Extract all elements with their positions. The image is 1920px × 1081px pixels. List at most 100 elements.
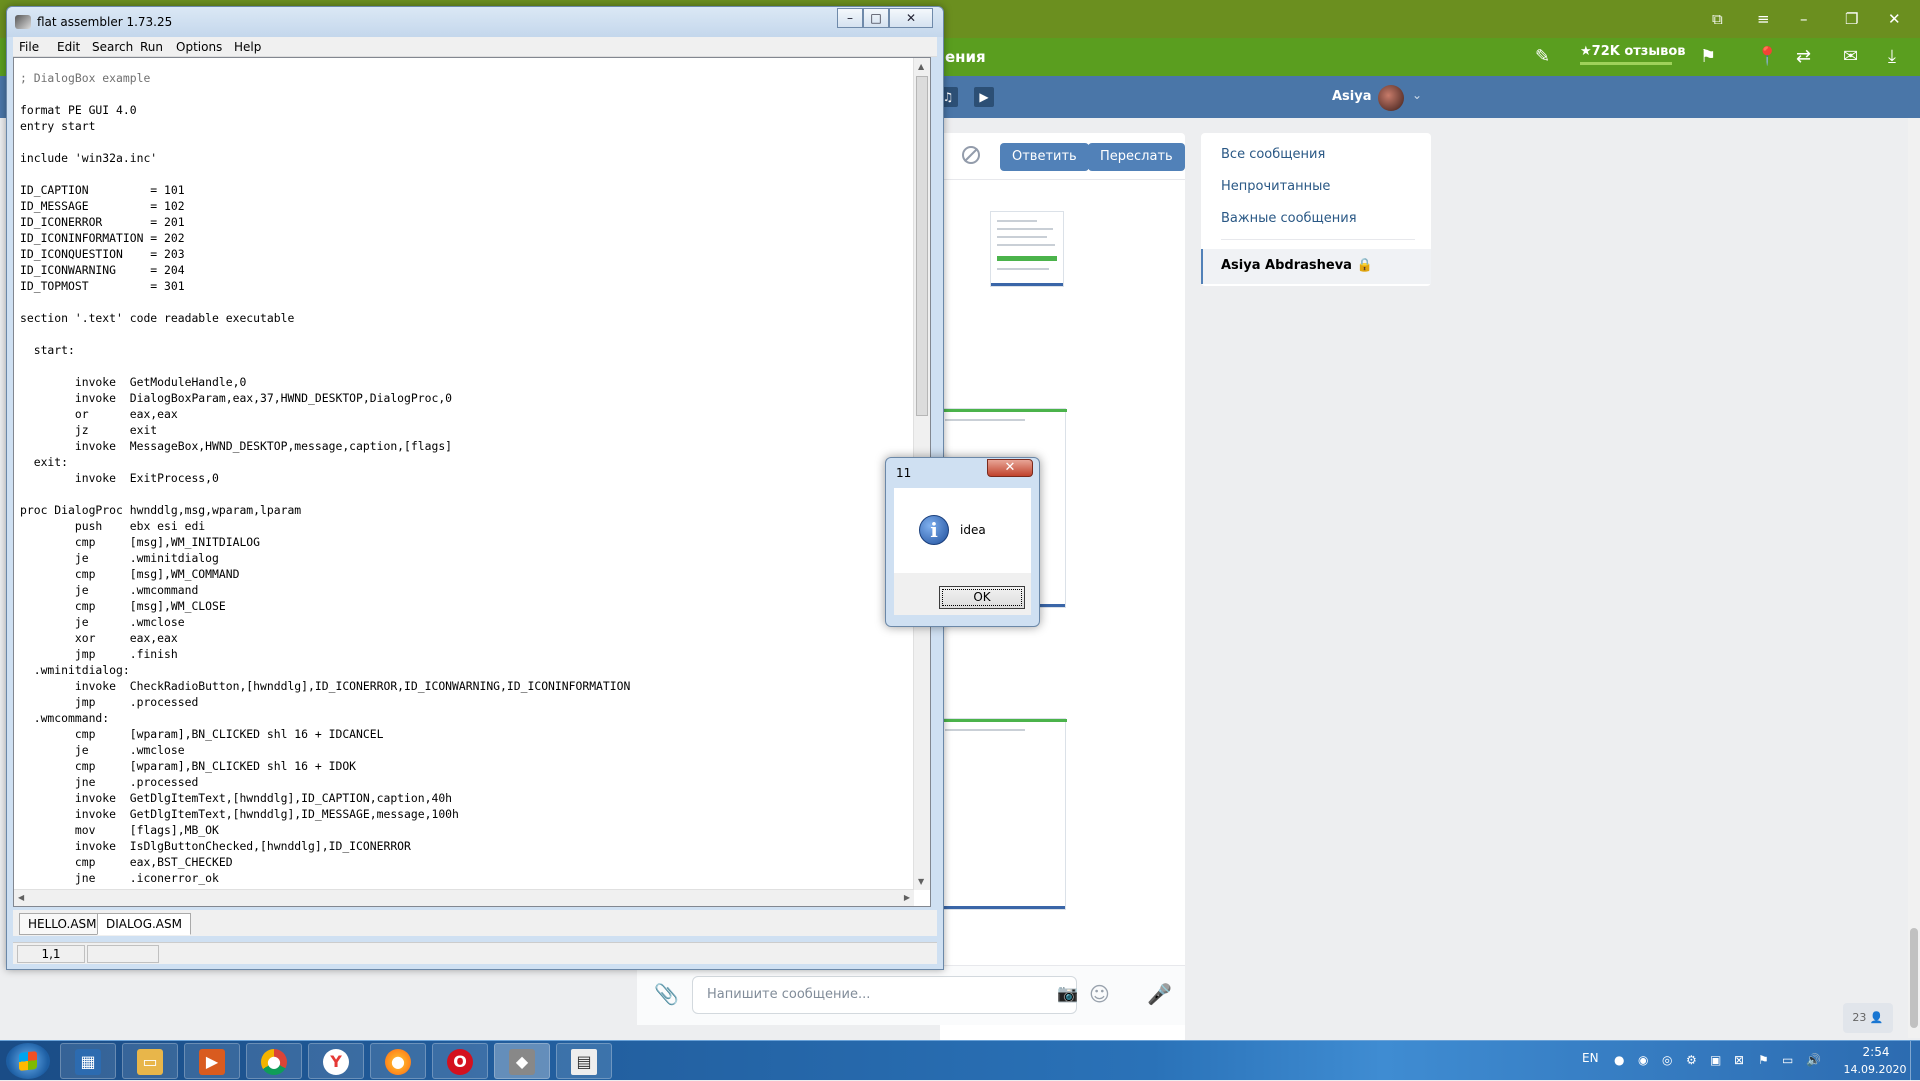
horizontal-scrollbar[interactable]: ◀ ▶ bbox=[14, 889, 914, 906]
code-line: ID_CAPTION = 101 bbox=[20, 183, 185, 197]
code-line: format PE GUI 4.0 bbox=[20, 103, 137, 117]
taskbar-opera[interactable]: O bbox=[432, 1043, 488, 1079]
block-icon[interactable] bbox=[962, 146, 980, 164]
code-line: jmp .processed bbox=[20, 695, 199, 709]
chevron-down-icon[interactable]: ⌄ bbox=[1412, 88, 1422, 102]
code-line: ; DialogBox example bbox=[20, 71, 151, 85]
scroll-down-icon[interactable]: ▼ bbox=[918, 877, 924, 886]
clock-date[interactable]: 14.09.2020 bbox=[1840, 1063, 1910, 1076]
code-line: je .wmclose bbox=[20, 743, 185, 757]
close-button[interactable]: ✕ bbox=[889, 8, 933, 28]
message-box-close-button[interactable]: ✕ bbox=[987, 459, 1033, 477]
emoji-icon[interactable]: ☺ bbox=[1089, 982, 1110, 1006]
menu-search[interactable]: Search bbox=[92, 40, 133, 54]
scroll-right-icon[interactable]: ▶ bbox=[904, 893, 910, 902]
forward-button[interactable]: Переслать bbox=[1088, 143, 1185, 171]
tray-app-icon[interactable]: ◎ bbox=[1662, 1053, 1672, 1067]
fasm-icon: ◆ bbox=[509, 1049, 535, 1075]
fasm-app-icon bbox=[15, 15, 31, 29]
avatar[interactable] bbox=[1378, 85, 1404, 111]
menu-edit[interactable]: Edit bbox=[57, 40, 80, 54]
message-box-footer: OK bbox=[894, 573, 1031, 615]
browser-scrollbar[interactable] bbox=[1908, 118, 1920, 1038]
menu-help[interactable]: Help bbox=[234, 40, 261, 54]
flag-icon[interactable]: ⚑ bbox=[1758, 1053, 1769, 1067]
bookmark-icon[interactable]: ⚑ bbox=[1700, 46, 1716, 67]
online-counter[interactable]: 23 👤 bbox=[1843, 1003, 1893, 1033]
scroll-up-icon[interactable]: ▲ bbox=[918, 62, 924, 71]
taskbar-firefox[interactable]: ● bbox=[370, 1043, 426, 1079]
code-editor[interactable]: ; DialogBox example format PE GUI 4.0 entr… bbox=[13, 57, 931, 907]
filter-unread[interactable]: Непрочитанные bbox=[1221, 179, 1330, 194]
attachment-thumbnail[interactable] bbox=[938, 718, 1067, 910]
taskbar-chrome[interactable]: ● bbox=[246, 1043, 302, 1079]
message-input[interactable]: Напишите сообщение... bbox=[692, 976, 1077, 1014]
code-line: exit: bbox=[20, 455, 69, 469]
menu-run[interactable]: Run bbox=[140, 40, 163, 54]
scroll-thumb[interactable] bbox=[1910, 928, 1918, 1028]
location-pin-icon[interactable]: 📍 bbox=[1756, 46, 1778, 67]
translate-icon[interactable]: ⇄ bbox=[1796, 46, 1811, 67]
minimize-icon[interactable]: – bbox=[1800, 10, 1808, 28]
code-line: jne .iconerror_ok bbox=[20, 871, 219, 885]
reviews-link[interactable]: ★72K отзывов bbox=[1580, 44, 1686, 59]
network-icon[interactable]: ▭ bbox=[1782, 1053, 1793, 1067]
user-name[interactable]: Asiya bbox=[1332, 89, 1372, 104]
code-line: invoke CheckRadioButton,[hwnddlg],ID_ICO… bbox=[20, 679, 631, 693]
code-line: je .wminitdialog bbox=[20, 551, 219, 565]
reply-button[interactable]: Ответить bbox=[1000, 143, 1089, 171]
maximize-button[interactable]: □ bbox=[863, 8, 889, 28]
show-desktop-button[interactable] bbox=[1910, 1041, 1920, 1081]
message-box-body: i idea bbox=[894, 488, 1031, 573]
taskbar-explorer-apps[interactable]: ▦ bbox=[60, 1043, 116, 1079]
taskbar-yandex-browser[interactable]: Y bbox=[308, 1043, 364, 1079]
volume-icon[interactable]: 🔊 bbox=[1806, 1053, 1821, 1067]
language-indicator[interactable]: EN bbox=[1582, 1051, 1599, 1065]
scroll-left-icon[interactable]: ◀ bbox=[18, 893, 24, 902]
filter-important[interactable]: Важные сообщения bbox=[1221, 211, 1357, 226]
minimize-button[interactable]: – bbox=[837, 8, 863, 28]
taskbar-media-player[interactable]: ▶ bbox=[184, 1043, 240, 1079]
attach-icon[interactable]: 📎 bbox=[654, 982, 679, 1006]
tab-dialog-asm[interactable]: DIALOG.ASM bbox=[97, 913, 191, 935]
code-lines: ; DialogBox example format PE GUI 4.0 entr… bbox=[20, 70, 910, 902]
menu-file[interactable]: File bbox=[19, 40, 39, 54]
close-icon[interactable]: ✕ bbox=[1888, 10, 1901, 28]
tray-app-icon[interactable]: ▣ bbox=[1710, 1053, 1721, 1067]
attachment-thumbnail[interactable] bbox=[990, 211, 1064, 287]
tray-app-icon[interactable]: ● bbox=[1614, 1053, 1624, 1067]
fasm-title-bar[interactable]: flat assembler 1.73.25 – □ ✕ bbox=[7, 7, 943, 37]
taskbar-file-explorer[interactable]: ▭ bbox=[122, 1043, 178, 1079]
filter-all[interactable]: Все сообщения bbox=[1221, 147, 1325, 162]
play-icon[interactable]: ▶ bbox=[974, 87, 994, 107]
extension-icon[interactable]: ✉ bbox=[1843, 46, 1858, 67]
taskbar-fasm[interactable]: ◆ bbox=[494, 1043, 550, 1079]
clock-time[interactable]: 2:54 bbox=[1848, 1045, 1904, 1059]
taskbar-dialog-app[interactable]: ▤ bbox=[556, 1043, 612, 1079]
scroll-thumb[interactable] bbox=[916, 76, 928, 416]
microphone-icon[interactable]: 🎤 bbox=[1147, 982, 1172, 1006]
menu-options[interactable]: Options bbox=[176, 40, 222, 54]
code-line: entry start bbox=[20, 119, 96, 133]
bookmarks-icon[interactable]: ⧉ bbox=[1712, 10, 1723, 28]
camera-icon[interactable]: 📷 bbox=[1057, 984, 1078, 1004]
yandex-icon: Y bbox=[323, 1049, 349, 1075]
cursor-position: 1,1 bbox=[17, 945, 85, 963]
tray-app-icon[interactable]: ⊠ bbox=[1734, 1053, 1744, 1067]
restore-icon[interactable]: ❐ bbox=[1845, 10, 1858, 28]
settings-icon[interactable]: ⚙ bbox=[1686, 1053, 1697, 1067]
menu-icon[interactable]: ≡ bbox=[1757, 10, 1770, 28]
edit-icon[interactable]: ✎ bbox=[1535, 46, 1550, 67]
ok-button[interactable]: OK bbox=[939, 586, 1025, 609]
code-line: invoke GetDlgItemText,[hwnddlg],ID_CAPTI… bbox=[20, 791, 453, 805]
chrome-icon: ● bbox=[261, 1049, 287, 1075]
tray-app-icon[interactable]: ◉ bbox=[1638, 1053, 1648, 1067]
windows-logo-icon bbox=[19, 1051, 37, 1071]
tab-hello-asm[interactable]: HELLO.ASM bbox=[19, 913, 106, 935]
code-line: xor eax,eax bbox=[20, 631, 178, 645]
dialog-item-active[interactable]: Asiya Abdrasheva 🔒 bbox=[1201, 249, 1431, 284]
start-button[interactable] bbox=[6, 1043, 50, 1079]
downloads-icon[interactable]: ⤓ bbox=[1888, 46, 1896, 67]
opera-icon: O bbox=[447, 1049, 473, 1075]
